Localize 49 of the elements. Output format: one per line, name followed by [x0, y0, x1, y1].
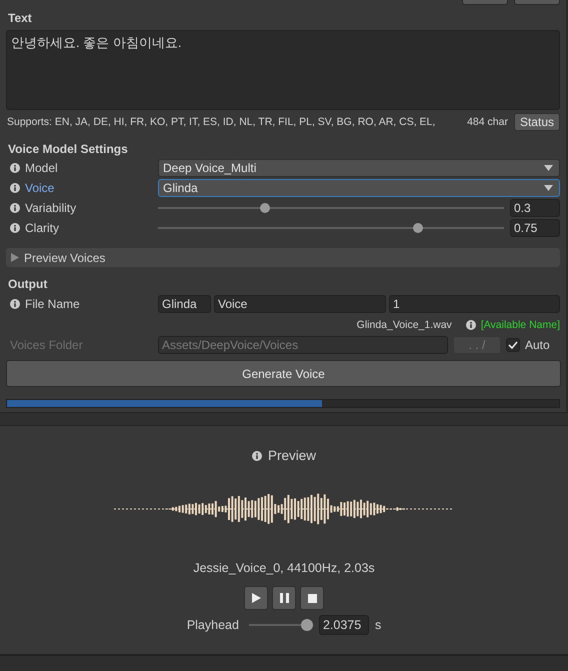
- field-label: Model: [25, 161, 58, 175]
- info-icon: [10, 223, 20, 233]
- play-icon: [252, 593, 260, 603]
- value-field[interactable]: 0.75: [510, 219, 560, 237]
- status-button[interactable]: Status: [514, 113, 560, 131]
- text-area[interactable]: 안녕하세요. 좋은 아침이네요.: [6, 30, 560, 110]
- file-name-preview: Glinda_Voice_1.wav: [356, 319, 452, 331]
- playhead-label: Playhead: [186, 618, 239, 632]
- info-icon: [10, 183, 20, 193]
- field-label: File Name: [25, 297, 80, 311]
- preview-title: Preview: [268, 448, 316, 463]
- clip-info: Jessie_Voice_0, 44100Hz, 2.03s: [193, 561, 375, 575]
- foldout-header[interactable]: Preview Voices: [6, 248, 560, 267]
- foldout-label: Preview Voices: [24, 250, 106, 264]
- generate-button[interactable]: Generate Voice: [6, 360, 561, 387]
- char-count: 484 char: [467, 116, 508, 128]
- caret-icon: [544, 165, 553, 171]
- pause-button[interactable]: [272, 586, 296, 610]
- text-field[interactable]: Voice: [214, 295, 386, 313]
- dropdown[interactable]: Glinda: [158, 179, 560, 197]
- field-label: Clarity: [25, 221, 60, 235]
- info-icon: [466, 320, 476, 330]
- checkbox-label: Auto: [525, 338, 550, 352]
- section-title: Output: [7, 276, 48, 293]
- availability-status: [Available Name]: [480, 319, 560, 331]
- text-field[interactable]: 1: [389, 295, 560, 313]
- value-field[interactable]: 0.3: [510, 199, 560, 217]
- section-title: Text: [7, 10, 32, 27]
- dropdown[interactable]: Deep Voice_Multi: [158, 159, 560, 177]
- check-icon: [508, 341, 518, 349]
- slider-thumb[interactable]: [412, 223, 422, 233]
- info-icon: [10, 163, 20, 173]
- pause-icon: [280, 593, 288, 603]
- supported-languages: Supports: EN, JA, DE, HI, FR, KO, PT, IT, ES, ID, NL, TR, FIL, PL, SV, BG, RO, AR, CS, EL,: [7, 116, 436, 128]
- stop-icon: [308, 594, 316, 602]
- stop-button[interactable]: [300, 586, 324, 610]
- info-icon: [10, 299, 20, 309]
- caret-icon: [544, 185, 553, 191]
- section-title: Voice Model Settings: [7, 142, 128, 158]
- info-icon: [10, 203, 20, 213]
- slider-thumb[interactable]: [260, 203, 270, 213]
- playhead-field[interactable]: 2.0375: [318, 615, 369, 635]
- play-button[interactable]: [244, 586, 268, 610]
- info-icon: [252, 450, 262, 460]
- field-label: Variability: [25, 201, 76, 215]
- field-label: Voice: [25, 181, 54, 195]
- playhead-thumb[interactable]: [301, 619, 314, 631]
- text-field[interactable]: Glinda: [158, 295, 211, 313]
- unit-label: s: [374, 618, 382, 632]
